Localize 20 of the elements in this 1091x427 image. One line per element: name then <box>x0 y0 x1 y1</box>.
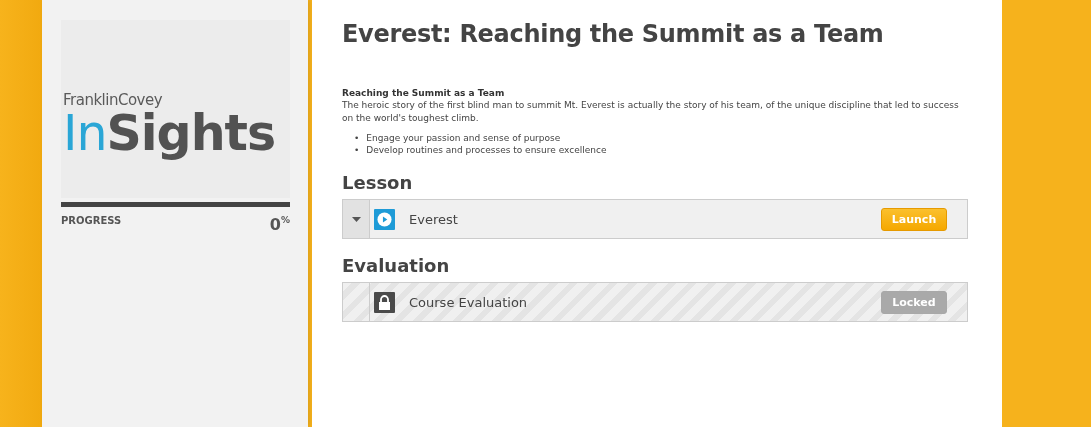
item-title: Everest <box>409 211 459 227</box>
caret-icon <box>351 216 361 222</box>
launch-button[interactable]: Launch <box>881 207 947 231</box>
summary-heading: Reaching the Summit as a Team <box>342 88 506 98</box>
play-icon <box>374 208 395 230</box>
bullet-item: Engage your passion and sense of purpose <box>366 132 561 144</box>
course-title: Everest: Reaching the Summit as a Team <box>342 20 885 48</box>
lock-icon <box>374 291 395 313</box>
section-heading: Evaluation <box>342 255 451 276</box>
section-heading: Lesson <box>342 172 414 193</box>
progress-label: PROGRESS <box>61 215 122 226</box>
progress-value: 0% <box>269 215 290 234</box>
bullet-marker: • <box>354 144 360 156</box>
item-title: Course Evaluation <box>409 294 529 310</box>
summary-text: The heroic story of the first blind man to summit Mt. Everest is actually the story of his team, of the unique discipline that led to success on the world's toughest climb. <box>342 99 960 125</box>
expand-toggle[interactable] <box>343 200 370 238</box>
bullet-marker: • <box>354 132 360 144</box>
logo-product: InSights <box>63 108 277 158</box>
logo-brand: FranklinCovey <box>63 90 164 109</box>
bullet-item: Develop routines and processes to ensure excellence <box>366 144 607 156</box>
